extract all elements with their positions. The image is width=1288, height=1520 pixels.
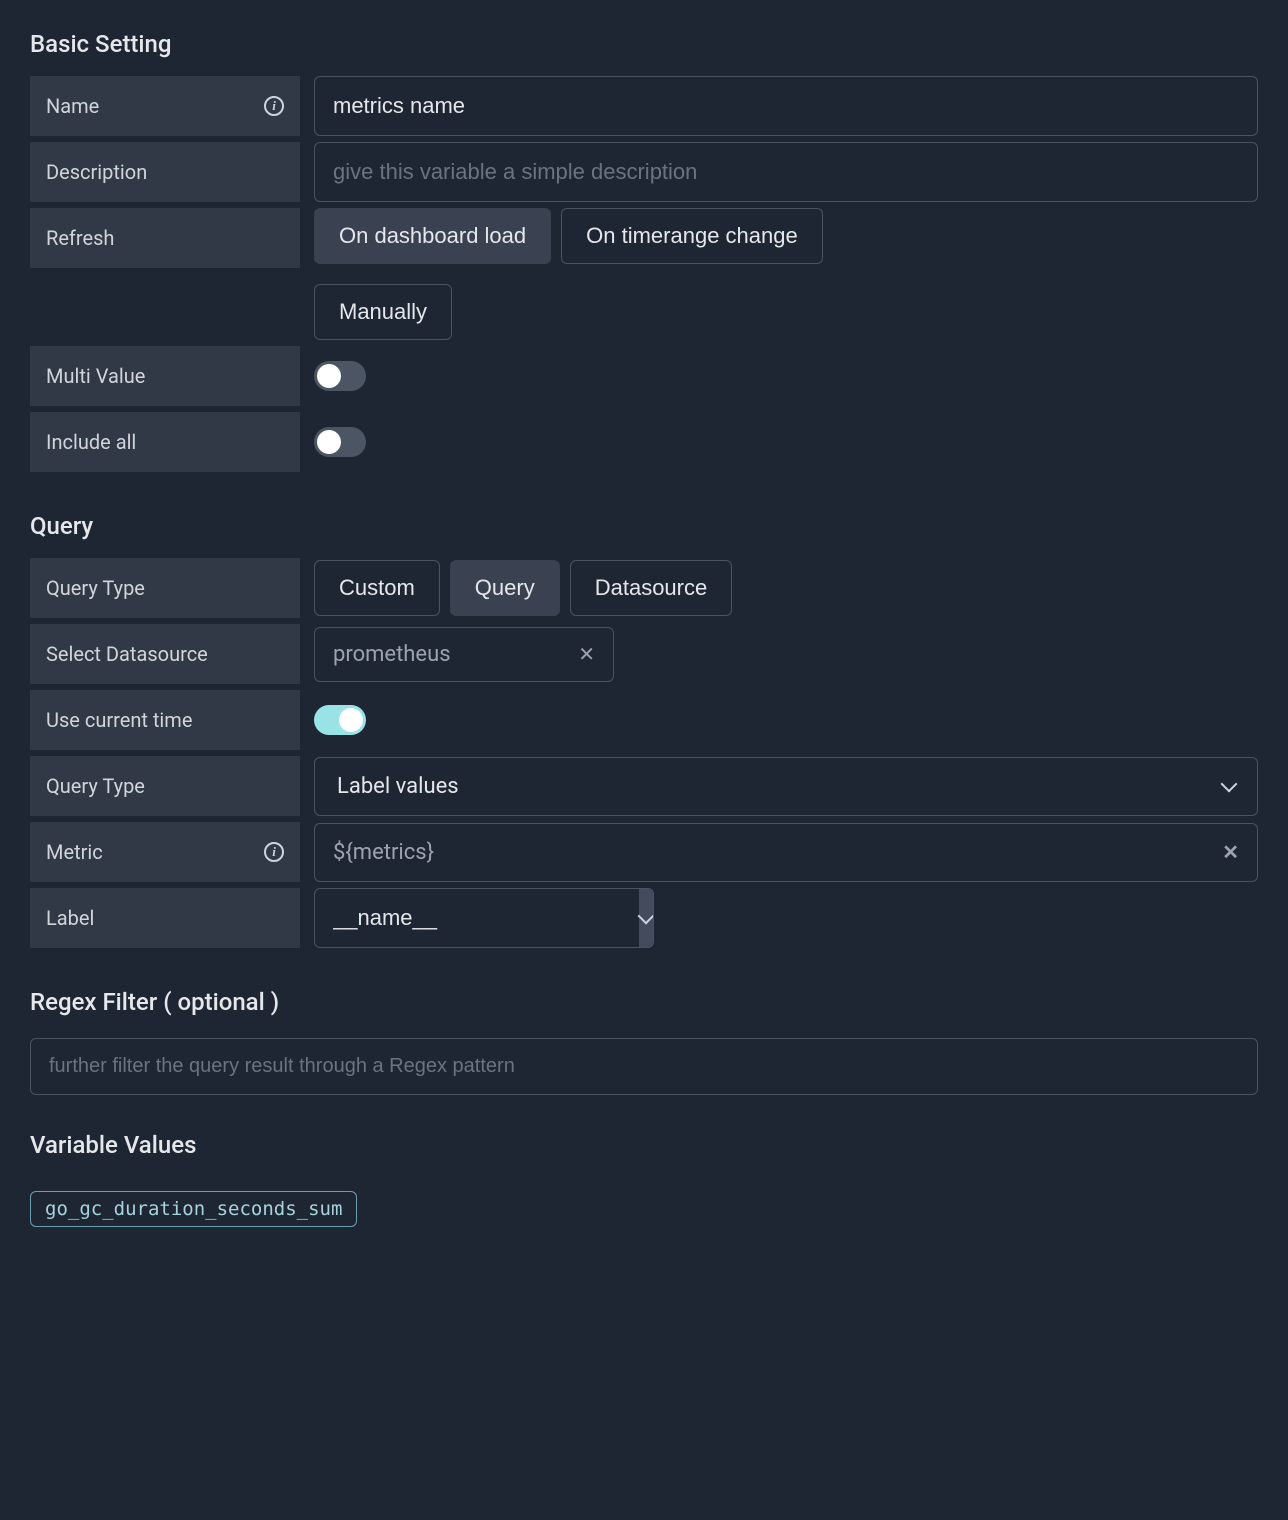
info-icon[interactable]: i: [264, 842, 284, 862]
label-use-current-time: Use current time: [30, 690, 300, 750]
regex-input[interactable]: [30, 1038, 1258, 1095]
label-metric: Metric i: [30, 822, 300, 882]
row-name: Name i: [30, 76, 1258, 136]
label-input[interactable]: [315, 889, 639, 947]
label-query-type: Query Type: [30, 558, 300, 618]
metric-input[interactable]: ${metrics} ✕: [314, 823, 1258, 882]
row-select-datasource: Select Datasource prometheus ✕: [30, 624, 1258, 684]
query-type-datasource-button[interactable]: Datasource: [570, 560, 733, 616]
multi-value-toggle[interactable]: [314, 361, 366, 391]
label-include-all: Include all: [30, 412, 300, 472]
label-multi-value-text: Multi Value: [46, 364, 145, 388]
row-multi-value: Multi Value: [30, 346, 1258, 406]
section-title-regex: Regex Filter ( optional ): [30, 988, 1258, 1016]
chevron-down-icon: [1221, 776, 1238, 793]
row-description: Description: [30, 142, 1258, 202]
chevron-down-icon: [638, 908, 654, 925]
label-include-all-text: Include all: [46, 430, 136, 454]
label-metric-text: Metric: [46, 840, 103, 864]
query-type-select[interactable]: Label values: [314, 757, 1258, 816]
refresh-manually-button[interactable]: Manually: [314, 284, 452, 340]
label-multi-value: Multi Value: [30, 346, 300, 406]
label-query-type2-text: Query Type: [46, 774, 145, 798]
row-refresh: Refresh On dashboard load On timerange c…: [30, 208, 1258, 340]
section-title-basic: Basic Setting: [30, 30, 1258, 58]
row-include-all: Include all: [30, 412, 1258, 472]
label-refresh-text: Refresh: [46, 226, 114, 250]
label-use-current-time-text: Use current time: [46, 708, 192, 732]
use-current-time-toggle[interactable]: [314, 705, 366, 735]
close-icon[interactable]: ✕: [1222, 840, 1239, 864]
query-type-custom-button[interactable]: Custom: [314, 560, 440, 616]
description-input[interactable]: [314, 142, 1258, 202]
label-description: Description: [30, 142, 300, 202]
metric-value: ${metrics}: [333, 840, 434, 865]
datasource-select[interactable]: prometheus ✕: [314, 627, 614, 682]
label-select-datasource: Select Datasource: [30, 624, 300, 684]
row-metric: Metric i ${metrics} ✕: [30, 822, 1258, 882]
section-title-query: Query: [30, 512, 1258, 540]
row-query-type: Query Type Custom Query Datasource: [30, 558, 1258, 618]
label-name-text: Name: [46, 94, 99, 118]
label-select-datasource-text: Select Datasource: [46, 642, 208, 666]
row-use-current-time: Use current time: [30, 690, 1258, 750]
label-description-text: Description: [46, 160, 147, 184]
label-query-type-text: Query Type: [46, 576, 145, 600]
section-title-values: Variable Values: [30, 1131, 1258, 1159]
include-all-toggle[interactable]: [314, 427, 366, 457]
label-label-text: Label: [46, 906, 94, 930]
label-query-type2: Query Type: [30, 756, 300, 816]
datasource-value: prometheus: [333, 642, 451, 667]
label-label: Label: [30, 888, 300, 948]
refresh-on-timerange-button[interactable]: On timerange change: [561, 208, 823, 264]
close-icon[interactable]: ✕: [578, 642, 595, 666]
query-type-value: Label values: [337, 774, 459, 799]
refresh-on-load-button[interactable]: On dashboard load: [314, 208, 551, 264]
variable-value-chip[interactable]: go_gc_duration_seconds_sum: [30, 1191, 357, 1227]
label-name: Name i: [30, 76, 300, 136]
label-combo[interactable]: [314, 888, 654, 948]
row-label-field: Label: [30, 888, 1258, 948]
name-input[interactable]: [314, 76, 1258, 136]
label-dropdown-button[interactable]: [639, 889, 653, 947]
query-type-query-button[interactable]: Query: [450, 560, 560, 616]
label-refresh: Refresh: [30, 208, 300, 268]
info-icon[interactable]: i: [264, 96, 284, 116]
row-query-type2: Query Type Label values: [30, 756, 1258, 816]
